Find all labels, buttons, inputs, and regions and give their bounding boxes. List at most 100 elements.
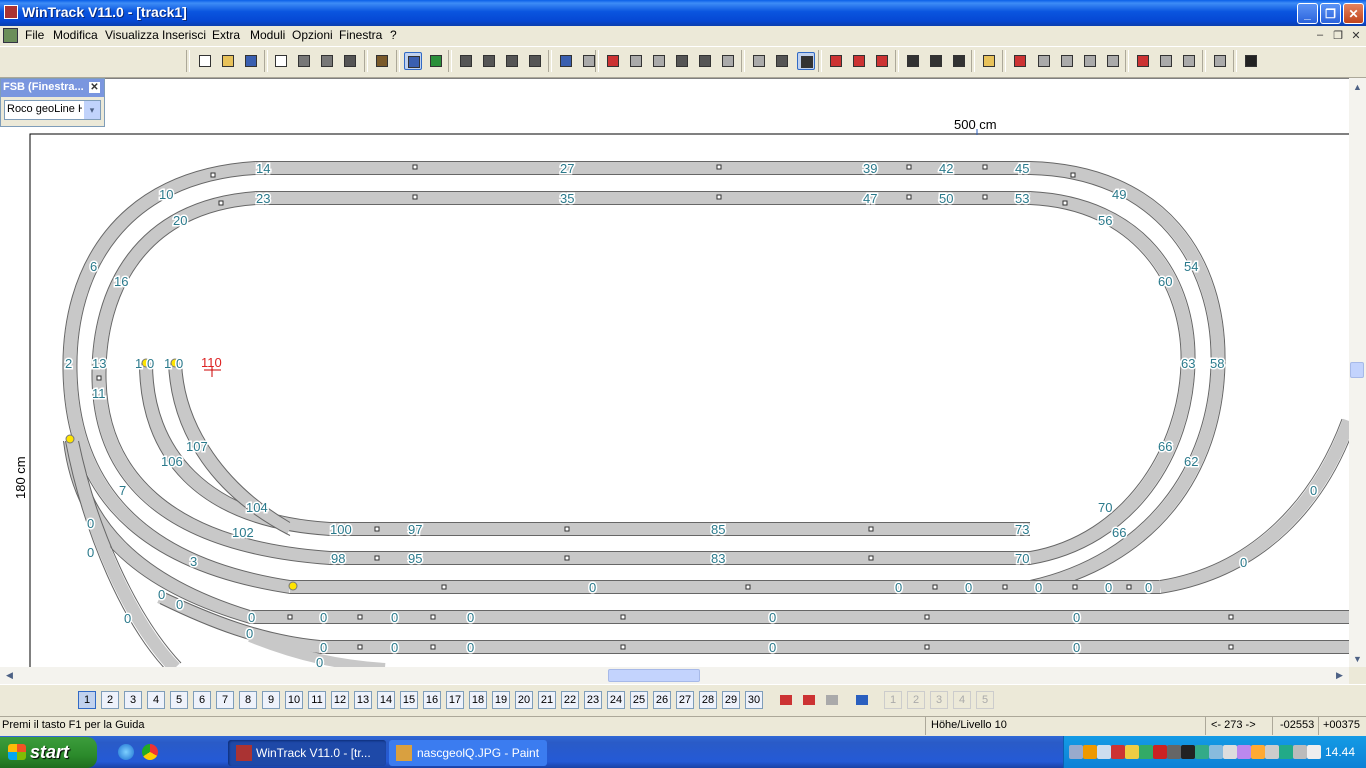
layer-button-19[interactable]: 19 [492,691,510,709]
tray-icon[interactable] [1083,745,1097,759]
view-button-4[interactable]: 4 [953,691,971,709]
layer-button-9[interactable]: 9 [262,691,280,709]
view-button-2[interactable]: 2 [907,691,925,709]
layer-button-24[interactable]: 24 [607,691,625,709]
mdi-restore-button[interactable]: ❐ [1331,29,1345,42]
layer-copy-icon[interactable] [823,691,841,709]
tray-icon[interactable] [1139,745,1153,759]
layer-button-6[interactable]: 6 [193,691,211,709]
title-bar[interactable] [0,0,1366,26]
layer-button-8[interactable]: 8 [239,691,257,709]
layer-button-21[interactable]: 21 [538,691,556,709]
minimize-button[interactable]: _ [1297,3,1318,24]
drawing-canvas[interactable]: 500 cm 180 cm 110 14 27 39 42 45 23 35 47 50 53 10… [0,78,1349,667]
signal-button[interactable] [1011,52,1029,70]
chrome-icon[interactable] [142,744,158,760]
view-button-1[interactable]: 1 [884,691,902,709]
delete-button[interactable] [604,52,622,70]
layer-button-11[interactable]: 11 [308,691,326,709]
track-join-alt-button[interactable] [1104,52,1122,70]
layer-manager-icon[interactable] [853,691,871,709]
mdi-minimize-button[interactable]: – [1313,29,1327,42]
level-alt-button[interactable] [1180,52,1198,70]
tray-icon[interactable] [1209,745,1223,759]
layer-button-16[interactable]: 16 [423,691,441,709]
layer-button-18[interactable]: 18 [469,691,487,709]
scroll-up-icon[interactable]: ▲ [1350,79,1365,94]
layer-button-20[interactable]: 20 [515,691,533,709]
zoom-out-button[interactable] [457,52,475,70]
menu-inserisci[interactable]: Inserisci [162,28,206,42]
rotate-button[interactable] [927,52,945,70]
turnout-button[interactable] [750,52,768,70]
print-button[interactable] [295,52,313,70]
menu-file[interactable]: File [25,28,44,42]
tray-icon[interactable] [1195,745,1209,759]
scroll-left-icon[interactable]: ◀ [2,668,17,683]
layer-button-14[interactable]: 14 [377,691,395,709]
library-button[interactable] [373,52,391,70]
track-layout[interactable]: 500 cm 180 cm 110 14 27 39 42 4523 35 47 50 5310… [0,79,1349,667]
layer-button-28[interactable]: 28 [699,691,717,709]
cross-button[interactable] [904,52,922,70]
open-button[interactable] [219,52,237,70]
level-button[interactable] [1157,52,1175,70]
scroll-down-icon[interactable]: ▼ [1350,651,1365,666]
curve-button[interactable] [773,52,791,70]
tray-icon[interactable] [1237,745,1251,759]
view-button-5[interactable]: 5 [976,691,994,709]
dropdown-arrow-icon[interactable]: ▾ [84,101,100,119]
height-button[interactable] [980,52,998,70]
document-icon[interactable] [3,28,18,43]
rotate-180-button[interactable] [950,52,968,70]
tray-icon[interactable] [1293,745,1307,759]
layer-button-13[interactable]: 13 [354,691,372,709]
tray-icon[interactable] [1307,745,1321,759]
layer-button-27[interactable]: 27 [676,691,694,709]
app-icon[interactable] [4,5,18,19]
layer-button-23[interactable]: 23 [584,691,602,709]
track-join-button[interactable] [1058,52,1076,70]
scroll-right-icon[interactable]: ▶ [1332,668,1347,683]
tray-icon[interactable] [1279,745,1293,759]
paste-button[interactable] [719,52,737,70]
layer-button-25[interactable]: 25 [630,691,648,709]
copy-block-button[interactable] [627,52,645,70]
cut-button[interactable] [673,52,691,70]
layer-button-10[interactable]: 10 [285,691,303,709]
tray-icon[interactable] [1125,745,1139,759]
vertical-scroll-thumb[interactable] [1350,362,1364,378]
track-split-button[interactable] [1081,52,1099,70]
new-button[interactable] [196,52,214,70]
section-button[interactable] [827,52,845,70]
layer-button-3[interactable]: 3 [124,691,142,709]
grid-button[interactable] [1211,52,1229,70]
zoom-in-button[interactable] [480,52,498,70]
menu-visualizza[interactable]: Visualizza [105,28,159,42]
ie-icon[interactable] [118,744,134,760]
view-button-3[interactable]: 3 [930,691,948,709]
layer-button-15[interactable]: 15 [400,691,418,709]
tray-icon[interactable] [1181,745,1195,759]
tray-icon[interactable] [1069,745,1083,759]
menu-help[interactable]: ? [390,28,397,42]
tray-icon[interactable] [1097,745,1111,759]
save-button[interactable] [242,52,260,70]
layer-button-22[interactable]: 22 [561,691,579,709]
layer-red-button[interactable] [850,52,868,70]
print-setup-button[interactable] [318,52,336,70]
layer-button-17[interactable]: 17 [446,691,464,709]
task-paint[interactable]: nascgeolQ.JPG - Paint [389,740,547,766]
menu-modifica[interactable]: Modifica [53,28,98,42]
layer-button-12[interactable]: 12 [331,691,349,709]
maximize-button[interactable]: ❐ [1320,3,1341,24]
tray-icon[interactable] [1223,745,1237,759]
layer-button-30[interactable]: 30 [745,691,763,709]
layer-button-26[interactable]: 26 [653,691,671,709]
tray-icon[interactable] [1111,745,1125,759]
fsb-close-button[interactable]: ✕ [88,81,101,94]
tray-icon[interactable] [1265,745,1279,759]
redo-button[interactable] [580,52,598,70]
landscape-button[interactable] [427,52,445,70]
menu-extra[interactable]: Extra [212,28,240,42]
